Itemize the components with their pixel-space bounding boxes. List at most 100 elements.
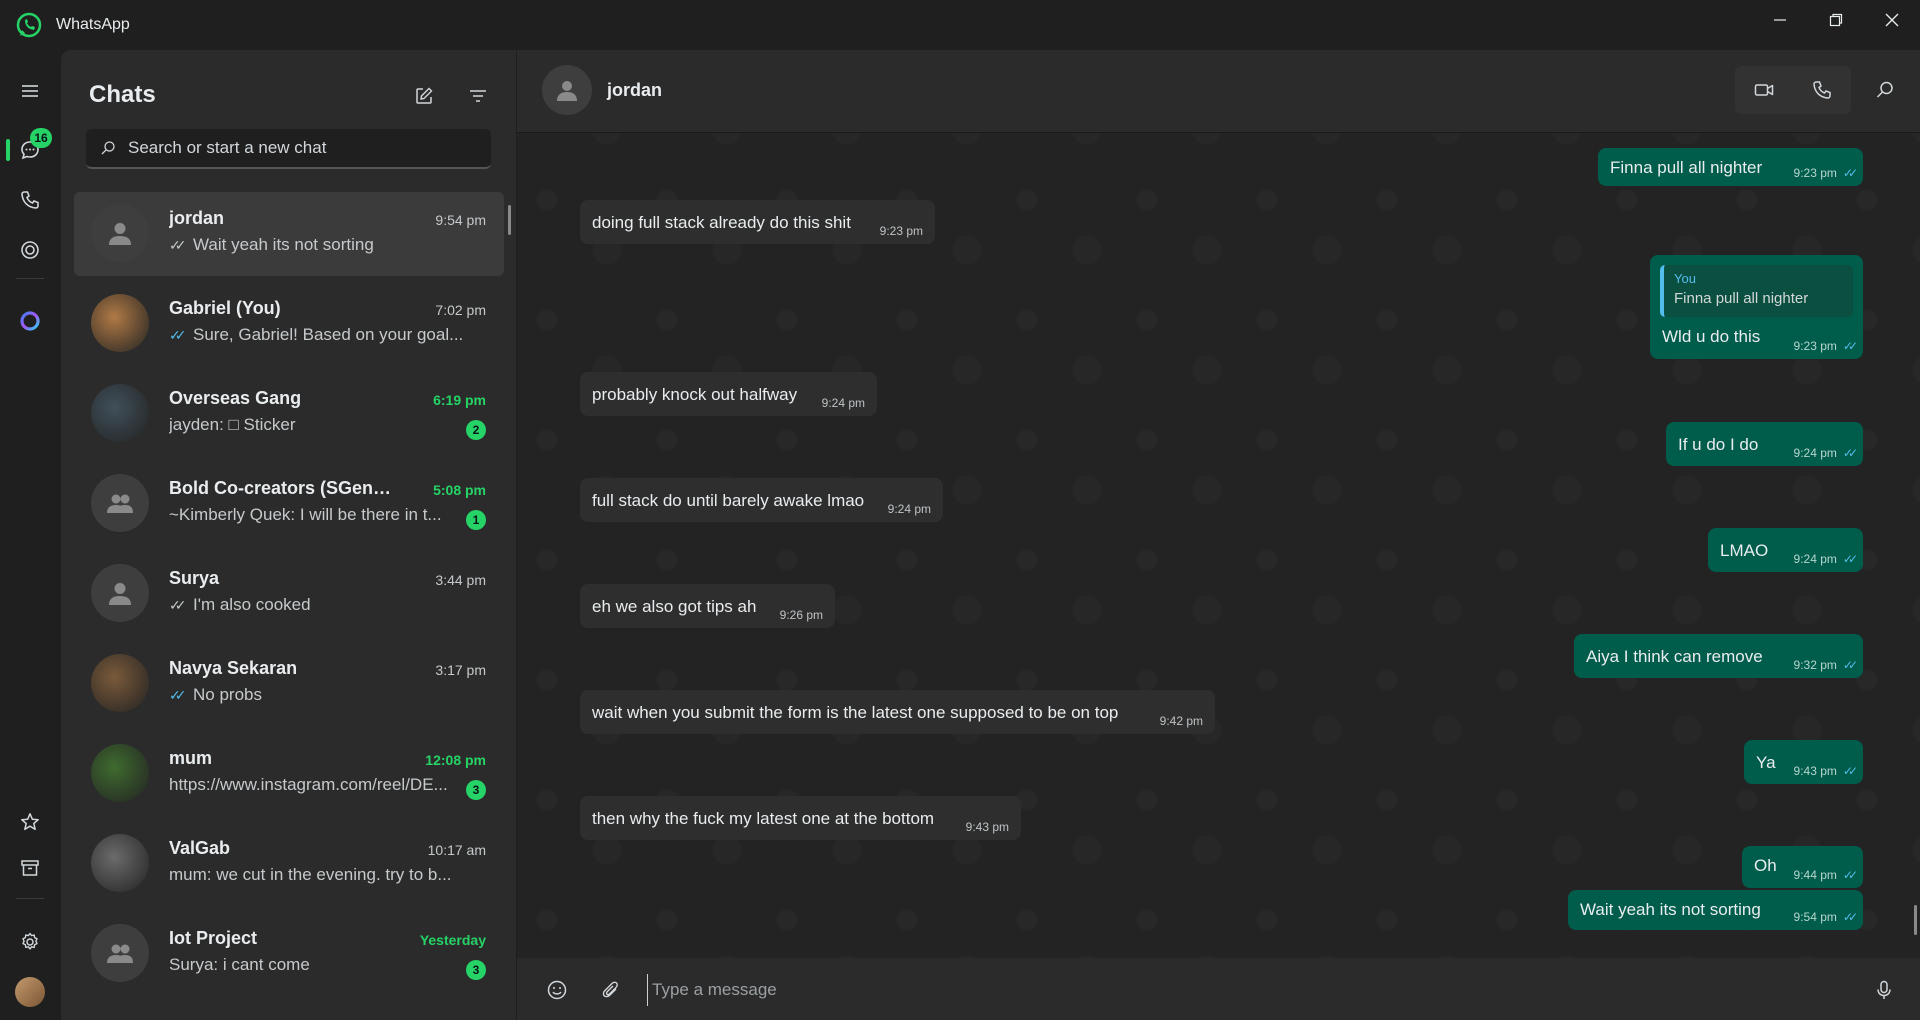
message-input[interactable] xyxy=(647,974,1854,1006)
message-time: 9:24 pm xyxy=(888,502,931,516)
message-time-text: 9:43 pm xyxy=(965,820,1009,834)
rail-settings-button[interactable] xyxy=(0,920,60,964)
double-check-icon: ✓✓ xyxy=(169,687,186,703)
incoming-message[interactable]: full stack do until barely awake lmao 9:2… xyxy=(580,478,943,522)
chat-preview: ✓✓ Wait yeah its not sorting xyxy=(169,235,469,255)
message-time-text: 9:23 pm xyxy=(1793,166,1837,180)
chat-preview-text: https://www.instagram.com/reel/DE... xyxy=(169,775,448,794)
outgoing-message[interactable]: Wait yeah its not sorting 9:54 pm ✓✓ xyxy=(1568,890,1863,930)
message-time-text: 9:44 pm xyxy=(1793,868,1837,882)
default-person-icon xyxy=(109,223,131,245)
chat-list-item[interactable]: Surya 3:44 pm ✓✓ I'm also cooked xyxy=(74,552,504,636)
chat-avatar xyxy=(91,294,149,352)
double-check-icon: ✓✓ xyxy=(1842,446,1858,460)
navigation-rail: 16 xyxy=(0,50,60,1020)
double-check-icon: ✓✓ xyxy=(169,327,186,343)
rail-chats-button[interactable]: 16 xyxy=(0,128,60,172)
message-time-text: 9:42 pm xyxy=(1159,714,1203,728)
message-text: Wait yeah its not sorting xyxy=(1580,900,1761,919)
filter-chats-button[interactable] xyxy=(460,78,496,114)
outgoing-message[interactable]: Finna pull all nighter 9:23 pm ✓✓ xyxy=(1598,148,1863,186)
chat-time: 9:54 pm xyxy=(435,212,486,228)
chat-name: Iot Project xyxy=(169,928,258,948)
restore-button[interactable] xyxy=(1808,0,1864,40)
message-time: 9:42 pm xyxy=(1160,714,1203,728)
message-time-text: 9:26 pm xyxy=(779,608,823,622)
outgoing-message[interactable]: Ya 9:43 pm ✓✓ xyxy=(1744,740,1863,784)
incoming-message[interactable]: wait when you submit the form is the lat… xyxy=(580,690,1215,734)
contact-name[interactable]: jordan xyxy=(607,80,662,101)
chat-list-item[interactable]: Overseas Gang 6:19 pm jayden: □ Sticker 2 xyxy=(74,372,504,456)
message-time: 9:54 pm ✓✓ xyxy=(1794,910,1859,924)
hamburger-menu-icon xyxy=(22,85,38,97)
meta-ai-icon xyxy=(20,311,40,331)
message-text: probably knock out halfway xyxy=(592,385,798,404)
chat-preview-text: No probs xyxy=(193,685,262,704)
status-ring-icon xyxy=(21,241,39,259)
search-messages-button[interactable] xyxy=(1865,70,1905,110)
message-time: 9:23 pm ✓✓ xyxy=(1794,339,1859,353)
message-time-text: 9:24 pm xyxy=(1793,552,1837,566)
title-bar: WhatsApp xyxy=(0,0,1920,50)
chat-preview-text: Surya: i cant come xyxy=(169,955,310,974)
message-time-text: 9:23 pm xyxy=(879,224,923,238)
conversation-header[interactable]: jordan xyxy=(517,50,1920,133)
rail-archived-button[interactable] xyxy=(0,846,60,890)
voice-message-button[interactable] xyxy=(1866,972,1902,1008)
profile-button[interactable] xyxy=(0,970,60,1014)
video-call-button[interactable] xyxy=(1735,66,1793,114)
chat-list-header: Chats xyxy=(89,78,156,112)
chat-list-item[interactable]: Bold Co-creators (SGenable... 5:08 pm ~Kim… xyxy=(74,462,504,546)
chat-list-scrollbar[interactable] xyxy=(508,205,511,235)
rail-meta-ai-button[interactable] xyxy=(0,299,60,343)
contact-avatar[interactable] xyxy=(542,65,592,115)
chat-name: ValGab xyxy=(169,838,231,858)
close-button[interactable] xyxy=(1864,0,1920,40)
incoming-message[interactable]: doing full stack already do this shit 9:2… xyxy=(580,200,935,244)
chat-preview-text: mum: we cut in the evening. try to b... xyxy=(169,865,452,884)
incoming-message[interactable]: eh we also got tips ah 9:26 pm xyxy=(580,584,835,628)
phone-icon xyxy=(1813,81,1831,99)
message-text: Finna pull all nighter xyxy=(1610,158,1763,177)
chat-list-item[interactable]: ValGab 10:17 am mum: we cut in the evening… xyxy=(74,822,504,906)
minimize-button[interactable] xyxy=(1752,0,1808,40)
message-time: 9:44 pm ✓✓ xyxy=(1793,868,1859,882)
search-input[interactable] xyxy=(126,137,480,159)
archive-icon xyxy=(21,860,39,876)
message-text: Ya xyxy=(1756,753,1776,772)
rail-divider xyxy=(16,898,44,899)
emoji-icon xyxy=(547,980,567,1000)
quoted-message[interactable]: You Finna pull all nighter xyxy=(1660,265,1853,317)
outgoing-message[interactable]: LMAO 9:24 pm ✓✓ xyxy=(1708,528,1863,572)
conversation-scrollbar[interactable] xyxy=(1914,905,1917,935)
chat-preview-text: Sure, Gabriel! Based on your goal... xyxy=(193,325,464,344)
chat-time: 6:19 pm xyxy=(433,392,486,408)
incoming-message[interactable]: then why the fuck my latest one at the b… xyxy=(580,796,1021,840)
outgoing-message[interactable]: Oh 9:44 pm ✓✓ xyxy=(1742,846,1863,888)
search-icon xyxy=(101,141,115,155)
emoji-button[interactable] xyxy=(539,972,575,1008)
message-text: LMAO xyxy=(1720,541,1769,560)
rail-status-button[interactable] xyxy=(0,228,60,272)
attach-button[interactable] xyxy=(593,972,629,1008)
chat-list-item[interactable]: mum 12:08 pm https://www.instagram.com/ree… xyxy=(74,732,504,816)
rail-starred-button[interactable] xyxy=(0,800,60,844)
chat-list-item[interactable]: jordan 9:54 pm ✓✓ Wait yeah its not sorting xyxy=(74,192,504,276)
menu-button[interactable] xyxy=(0,69,60,113)
chat-name: Gabriel (You) xyxy=(169,298,281,318)
restore-icon xyxy=(1829,13,1843,27)
incoming-message[interactable]: probably knock out halfway 9:24 pm xyxy=(580,372,877,416)
outgoing-message[interactable]: If u do I do 9:24 pm ✓✓ xyxy=(1666,422,1863,466)
outgoing-message[interactable]: You Finna pull all nighter Wld u do this 9:… xyxy=(1650,255,1863,359)
chat-list-item[interactable]: Navya Sekaran 3:17 pm ✓✓ No probs xyxy=(74,642,504,726)
rail-calls-button[interactable] xyxy=(0,178,60,222)
chat-name: Navya Sekaran xyxy=(169,658,298,678)
chat-preview-text: jayden: □ Sticker xyxy=(169,415,296,434)
chat-list-item[interactable]: Iot Project Yesterday Surya: i cant come 3 xyxy=(74,912,504,996)
new-chat-button[interactable] xyxy=(406,78,442,114)
search-box[interactable] xyxy=(86,129,491,169)
voice-call-button[interactable] xyxy=(1793,66,1851,114)
message-time: 9:43 pm ✓✓ xyxy=(1794,764,1859,778)
chat-list-item[interactable]: Gabriel (You) 7:02 pm ✓✓ Sure, Gabriel! Bas… xyxy=(74,282,504,366)
outgoing-message[interactable]: Aiya I think can remove 9:32 pm ✓✓ xyxy=(1574,634,1863,678)
